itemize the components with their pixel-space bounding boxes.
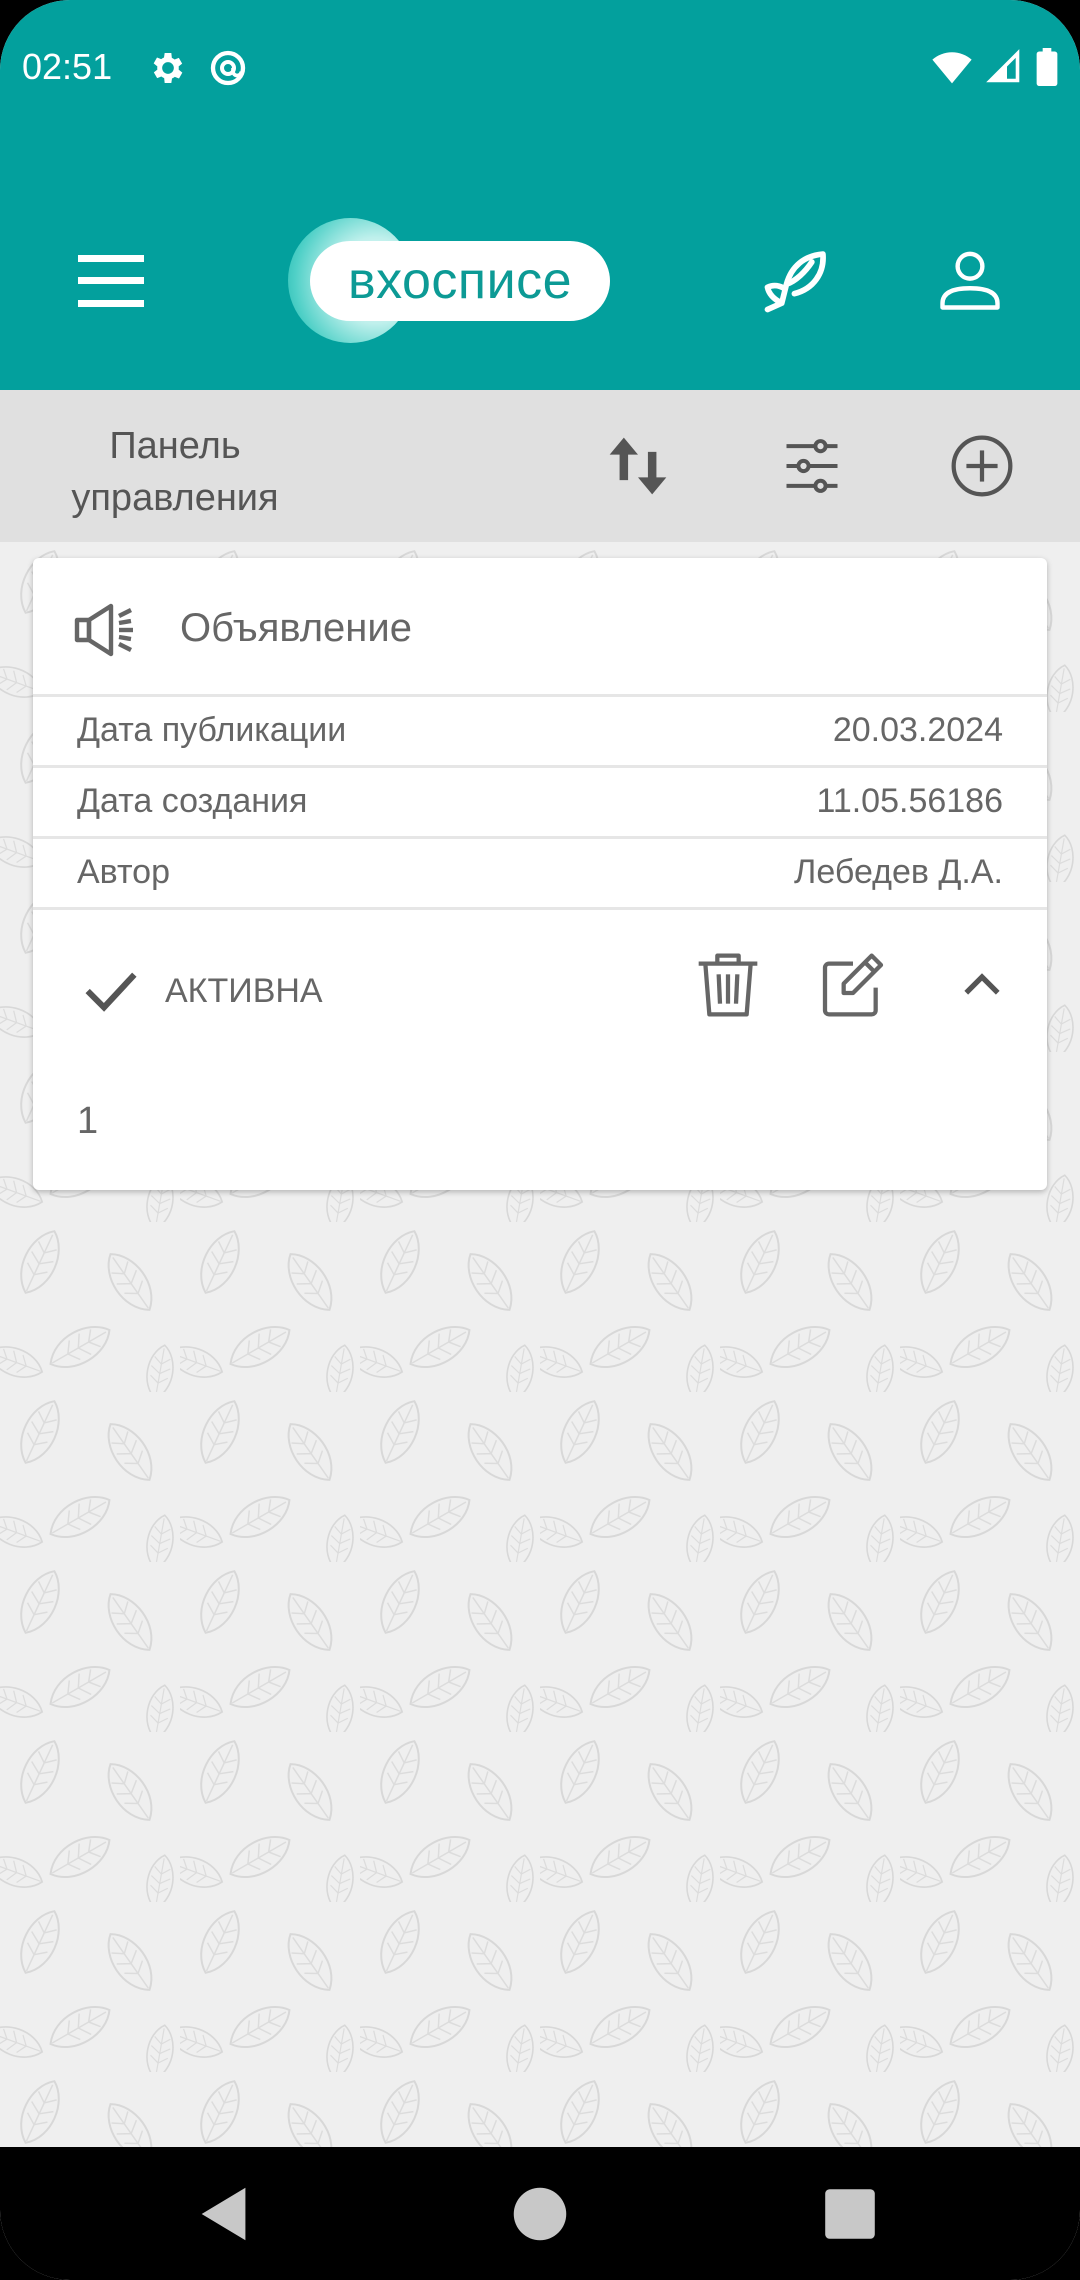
feather-icon[interactable] — [758, 243, 834, 319]
announcement-body: 1 — [77, 1100, 99, 1142]
megaphone-icon — [74, 603, 133, 657]
cellular-signal-icon — [986, 49, 1020, 83]
back-icon[interactable] — [190, 2179, 260, 2249]
card-title: Объявление — [180, 606, 412, 650]
app-logo[interactable]: вхосписе — [288, 218, 618, 343]
status-time: 02:51 — [22, 46, 113, 87]
screen: 02:51 вхосписе Панель управления Объявле… — [0, 0, 1080, 2280]
menu-icon[interactable] — [78, 255, 144, 307]
add-circle-icon[interactable] — [948, 432, 1016, 500]
status-badge: АКТИВНА — [165, 972, 323, 1010]
trash-icon[interactable] — [696, 950, 760, 1020]
detail-label: Дата создания — [77, 782, 308, 820]
logo-text: вхосписе — [310, 241, 610, 321]
system-nav-bar — [0, 2147, 1080, 2280]
detail-value: 20.03.2024 — [832, 711, 1003, 749]
status-right-icons — [932, 48, 1058, 86]
gear-icon — [153, 53, 183, 83]
card-actions: АКТИВНА — [33, 928, 1047, 1048]
recents-icon[interactable] — [815, 2179, 885, 2249]
home-icon[interactable] — [505, 2179, 575, 2249]
detail-value: Лебедев Д.А. — [794, 853, 1003, 891]
battery-icon — [1036, 48, 1058, 86]
detail-label: Автор — [77, 853, 171, 891]
detail-label: Дата публикации — [77, 711, 347, 749]
announcement-card[interactable]: Объявление Дата публикации 20.03.2024 Да… — [33, 558, 1047, 1190]
filter-sliders-icon[interactable] — [778, 432, 846, 500]
edit-icon[interactable] — [821, 950, 885, 1020]
app-header: 02:51 вхосписе — [0, 0, 1080, 390]
user-icon[interactable] — [937, 245, 1003, 315]
detail-row-publication-date: Дата публикации 20.03.2024 — [33, 697, 1047, 768]
sort-icon[interactable] — [604, 432, 672, 500]
wifi-icon — [932, 52, 972, 84]
control-panel-toolbar: Панель управления — [0, 390, 1080, 542]
detail-row-creation-date: Дата создания 11.05.56186 — [33, 768, 1047, 839]
check-icon — [85, 972, 137, 1012]
at-sign-icon — [210, 50, 246, 86]
page-title: Панель управления — [71, 425, 279, 519]
detail-row-author: Автор Лебедев Д.А. — [33, 839, 1047, 910]
card-header: Объявление — [33, 558, 1047, 697]
chevron-up-icon[interactable] — [961, 966, 1003, 1002]
detail-value: 11.05.56186 — [816, 782, 1003, 820]
